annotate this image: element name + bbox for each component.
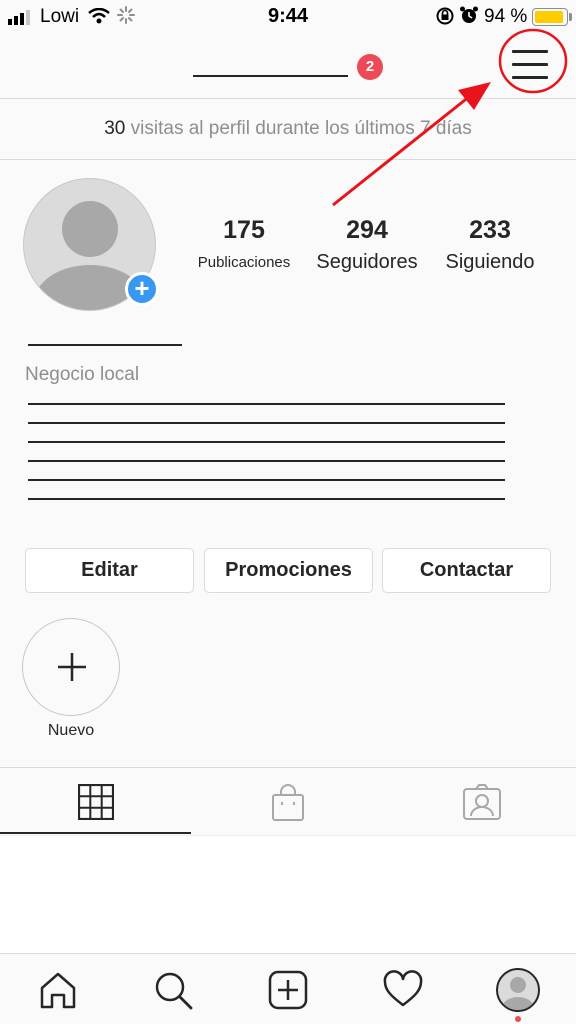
hamburger-menu-icon[interactable] — [512, 48, 548, 82]
new-highlight-label: Nuevo — [47, 722, 95, 739]
tab-shop[interactable] — [192, 768, 384, 836]
nav-profile-avatar[interactable] — [496, 968, 540, 1012]
profile-name-redacted — [28, 344, 182, 346]
posts-count: 175 — [223, 216, 265, 244]
bio-line-redacted — [28, 403, 505, 405]
active-tab-indicator — [0, 832, 191, 834]
contact-button[interactable]: Contactar — [382, 548, 551, 593]
notification-badge[interactable]: 2 — [357, 54, 383, 80]
business-category: Negocio local — [25, 364, 140, 385]
tagged-person-icon — [463, 784, 501, 820]
edit-profile-button[interactable]: Editar — [25, 548, 194, 593]
posts-grid — [0, 835, 576, 953]
alarm-icon — [460, 6, 478, 23]
profile-header: 2 — [0, 34, 576, 98]
nav-search[interactable] — [115, 954, 230, 1024]
battery-percentage: 94 % — [484, 6, 528, 27]
bio-line-redacted — [28, 422, 505, 424]
stat-following[interactable]: 233 Siguiendo — [438, 216, 542, 274]
grid-icon — [78, 784, 114, 820]
heart-icon — [383, 970, 423, 1007]
battery-tip — [569, 13, 572, 21]
plus-icon — [58, 653, 86, 681]
rotation-lock-icon — [436, 7, 454, 25]
default-avatar-icon — [502, 977, 534, 1010]
bio-line-redacted — [28, 460, 505, 462]
add-story-button[interactable]: + — [125, 272, 159, 306]
search-icon — [155, 972, 193, 1010]
profile-visits-banner[interactable]: 30 visitas al perfil durante los últimos… — [0, 98, 576, 160]
nav-new-post[interactable] — [230, 954, 345, 1024]
nav-home[interactable] — [0, 954, 115, 1024]
visits-text: visitas al perfil durante los últimos 7 … — [125, 118, 472, 139]
battery-level — [535, 11, 564, 23]
posts-label: Publicaciones — [197, 254, 291, 271]
profile-tabs — [0, 767, 576, 835]
username-redacted[interactable] — [193, 75, 348, 77]
battery-icon — [532, 8, 568, 26]
bio-line-redacted — [28, 441, 505, 443]
add-post-icon — [268, 970, 308, 1010]
promotions-button[interactable]: Promociones — [204, 548, 373, 593]
tab-tagged[interactable] — [384, 768, 576, 836]
nav-activity[interactable] — [345, 954, 460, 1024]
stat-followers[interactable]: 294 Seguidores — [310, 216, 424, 274]
tab-grid[interactable] — [0, 768, 192, 836]
following-count: 233 — [469, 216, 511, 244]
followers-label: Seguidores — [316, 251, 418, 273]
bio-line-redacted — [28, 479, 505, 481]
notification-dot — [515, 1016, 521, 1022]
following-label: Siguiendo — [445, 251, 535, 273]
stat-posts[interactable]: 175 Publicaciones — [190, 216, 298, 271]
shopping-bag-icon — [272, 784, 304, 821]
visits-count: 30 — [104, 118, 126, 139]
followers-count: 294 — [346, 216, 388, 244]
new-highlight-button[interactable] — [22, 618, 120, 716]
status-bar: Lowi 9:44 94 % — [0, 0, 576, 34]
bio-line-redacted — [28, 498, 505, 500]
home-icon — [40, 972, 76, 1009]
bottom-navigation — [0, 953, 576, 1024]
